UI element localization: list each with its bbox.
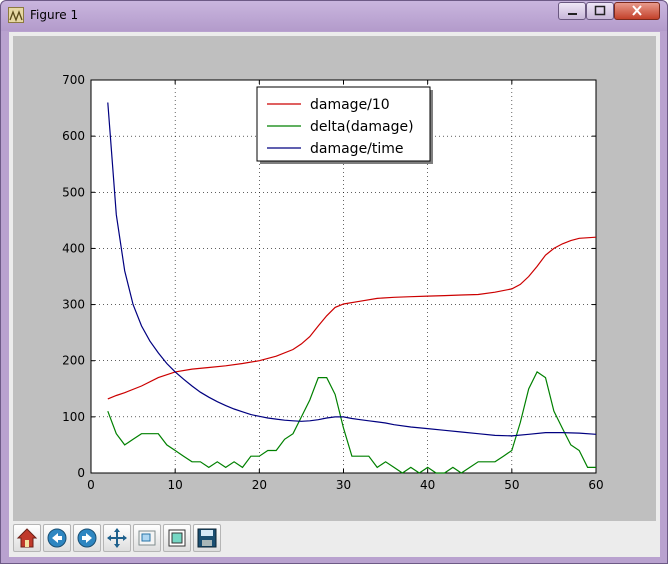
- matplotlib-app-icon: [8, 7, 24, 23]
- subplots-icon: [168, 529, 186, 547]
- pan-button[interactable]: [103, 524, 131, 552]
- window-title: Figure 1: [30, 8, 79, 22]
- maximize-button[interactable]: [586, 2, 614, 20]
- back-arrow-icon: [47, 528, 67, 548]
- window-client-area: 0 10 20 30 40 50 60 0 100 200 300 400 500 600 700 dama…: [9, 32, 660, 557]
- back-button[interactable]: [43, 524, 71, 552]
- navigation-toolbar: [9, 521, 660, 557]
- title-bar[interactable]: Figure 1: [1, 1, 667, 31]
- legend: damage/10 delta(damage) damage/time: [256, 86, 433, 164]
- y-tick-label: 500: [62, 185, 85, 199]
- x-tick-label: 50: [504, 478, 519, 492]
- y-tick-label: 700: [62, 73, 85, 87]
- y-tick-label: 600: [62, 129, 85, 143]
- save-icon: [197, 528, 217, 548]
- y-tick-label: 100: [62, 410, 85, 424]
- x-tick-label: 30: [336, 478, 351, 492]
- y-tick-label: 400: [62, 241, 85, 255]
- forward-arrow-icon: [77, 528, 97, 548]
- y-tick-label: 0: [77, 466, 85, 480]
- close-icon: [632, 5, 642, 16]
- home-button[interactable]: [13, 524, 41, 552]
- close-button[interactable]: [614, 2, 660, 20]
- zoom-rect-icon: [138, 530, 156, 546]
- forward-button[interactable]: [73, 524, 101, 552]
- figure-window: Figure 1 0 10 20 30 40 50 60 0 100 200 300 400 500 60…: [0, 0, 668, 564]
- x-tick-label: 60: [588, 478, 603, 492]
- x-tick-label: 20: [252, 478, 267, 492]
- x-tick-label: 0: [87, 478, 95, 492]
- figure-canvas[interactable]: 0 10 20 30 40 50 60 0 100 200 300 400 500 600 700 dama…: [13, 36, 656, 521]
- legend-label: delta(damage): [310, 119, 414, 135]
- minimize-icon: [568, 13, 577, 15]
- legend-label: damage/10: [310, 97, 390, 113]
- y-tick-label: 300: [62, 298, 85, 312]
- y-tick-label: 200: [62, 354, 85, 368]
- minimize-button[interactable]: [558, 2, 586, 20]
- subplots-button[interactable]: [163, 524, 191, 552]
- x-tick-label: 10: [168, 478, 183, 492]
- x-tick-label: 40: [420, 478, 435, 492]
- line-chart[interactable]: 0 10 20 30 40 50 600100200300400500600700 dama…: [13, 36, 656, 521]
- move-icon: [107, 528, 127, 548]
- maximize-icon: [594, 5, 606, 16]
- waveform-icon: [9, 10, 23, 22]
- zoom-button[interactable]: [133, 524, 161, 552]
- save-button[interactable]: [193, 524, 221, 552]
- legend-label: damage/time: [310, 141, 404, 157]
- home-icon: [16, 528, 38, 548]
